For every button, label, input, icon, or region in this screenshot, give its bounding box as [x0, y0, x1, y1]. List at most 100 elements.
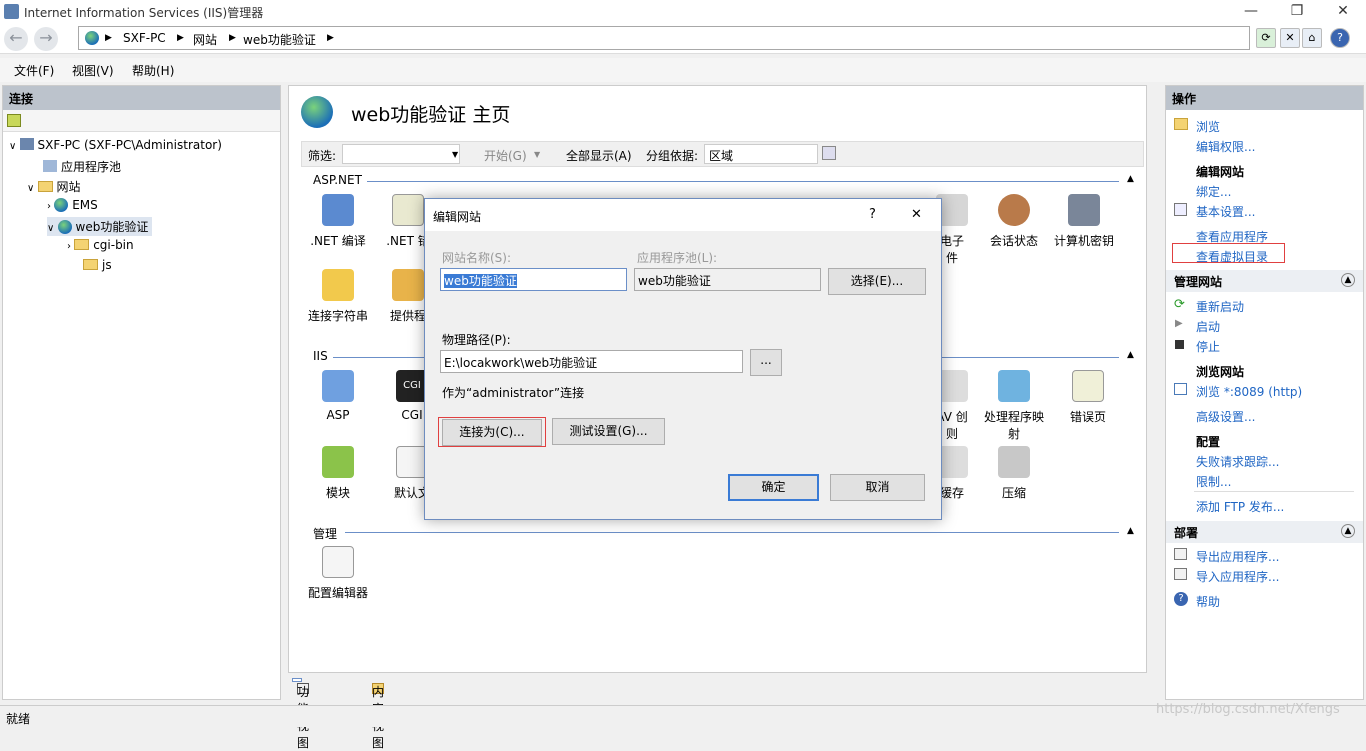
- connect-as-button[interactable]: 连接为(C)...: [442, 419, 542, 446]
- feature-config-editor[interactable]: 配置编辑器: [303, 546, 373, 601]
- feature-session[interactable]: 会话状态: [979, 194, 1049, 249]
- collapse-arrow-icon[interactable]: ∨: [9, 141, 20, 152]
- feature-label: 模块: [325, 486, 350, 500]
- action-bindings[interactable]: 绑定...: [1196, 183, 1231, 200]
- refresh-icon[interactable]: ⟳: [1256, 28, 1276, 48]
- error-404-icon: [392, 194, 424, 226]
- action-start[interactable]: 启动: [1196, 318, 1220, 335]
- feature-asp[interactable]: ASP: [303, 370, 373, 422]
- collapse-arrow-icon[interactable]: ∨: [27, 183, 38, 194]
- groupby-select[interactable]: 区域: [704, 144, 818, 164]
- nav-bar: ← → ▶ SXF-PC ▶ 网站 ▶ web功能验证 ▶ ⟳ ✕ ⌂ ?: [0, 24, 1366, 54]
- action-browse-port[interactable]: 浏览 *:8089 (http): [1196, 383, 1302, 400]
- filter-separator-icon: ▼: [534, 150, 541, 159]
- collapse-arrow-icon[interactable]: ∨: [47, 223, 58, 234]
- feature-compress[interactable]: 压缩: [979, 446, 1049, 501]
- tree-site-selected[interactable]: ∨ web功能验证: [47, 217, 153, 236]
- group-config: 配置: [1196, 435, 1221, 449]
- tab-feature-view[interactable]: 功能视图: [292, 678, 309, 750]
- modules-icon: [322, 446, 354, 478]
- status-bar: 就绪 https://blog.csdn.net/Xfengs: [0, 702, 1366, 727]
- cancel-button[interactable]: 取消: [830, 474, 925, 501]
- back-button[interactable]: ←: [4, 27, 28, 51]
- feature-net-compile[interactable]: .NET 编译: [303, 194, 373, 249]
- filter-dropdown-icon[interactable]: ▼: [452, 150, 458, 159]
- tree-cgibin[interactable]: › cgi-bin: [67, 238, 134, 252]
- dialog-title: 编辑网站: [433, 210, 482, 224]
- minimize-button[interactable]: —: [1228, 0, 1274, 24]
- dialog-close-button[interactable]: ✕: [911, 207, 922, 222]
- action-ftp[interactable]: 添加 FTP 发布...: [1196, 498, 1284, 515]
- stop-icon[interactable]: ✕: [1280, 28, 1300, 48]
- tree-server[interactable]: ∨ SXF-PC (SXF-PC\Administrator): [9, 138, 222, 152]
- physical-path-label: 物理路径(P):: [442, 333, 511, 347]
- action-restart[interactable]: 重新启动: [1196, 298, 1244, 315]
- crumb-site[interactable]: web功能验证: [243, 31, 316, 48]
- address-bar[interactable]: ▶ SXF-PC ▶ 网站 ▶ web功能验证 ▶: [78, 26, 1250, 50]
- edit-site-dialog: 编辑网站 ? ✕ 网站名称(S): web功能验证 应用程序池(L): web功…: [424, 198, 942, 520]
- tree-apppools[interactable]: 应用程序池: [43, 158, 121, 175]
- show-all-button[interactable]: 全部显示(A): [566, 147, 632, 164]
- expand-arrow-icon[interactable]: ›: [67, 241, 74, 252]
- feature-label: 连接字符串: [307, 309, 368, 323]
- action-import-app[interactable]: 导入应用程序...: [1196, 568, 1279, 585]
- physical-path-input[interactable]: E:\locakwork\web功能验证: [440, 350, 743, 373]
- test-settings-button[interactable]: 测试设置(G)...: [552, 418, 665, 445]
- group-deploy: 部署: [1174, 526, 1199, 540]
- menu-help[interactable]: 帮助(H): [132, 62, 174, 79]
- forward-button[interactable]: →: [34, 27, 58, 51]
- compression-icon: [998, 446, 1030, 478]
- tree-sites[interactable]: ∨ 网站: [27, 178, 81, 195]
- feature-label: 会话状态: [989, 234, 1038, 248]
- menu-file[interactable]: 文件(F): [14, 62, 54, 79]
- dialog-help-button[interactable]: ?: [869, 207, 876, 222]
- asp-icon: [322, 370, 354, 402]
- crumb-server[interactable]: SXF-PC: [123, 31, 166, 45]
- collapse-icon[interactable]: ▲: [1341, 273, 1355, 287]
- apppool-icon: [43, 160, 57, 172]
- close-window-button[interactable]: ✕: [1320, 0, 1366, 24]
- browse-path-button[interactable]: ...: [750, 349, 782, 376]
- section-collapse-icon[interactable]: ▲: [1127, 350, 1134, 360]
- select-pool-button[interactable]: 选择(E)...: [828, 268, 926, 295]
- ok-button[interactable]: 确定: [728, 474, 819, 501]
- action-browse[interactable]: 浏览: [1196, 118, 1220, 135]
- feature-handlers[interactable]: 处理程序映射: [979, 370, 1049, 442]
- restore-button[interactable]: ❐: [1274, 0, 1320, 24]
- action-export-app[interactable]: 导出应用程序...: [1196, 548, 1279, 565]
- start-button[interactable]: 开始(G): [484, 147, 527, 164]
- section-collapse-icon[interactable]: ▲: [1127, 174, 1134, 184]
- feature-errorpages[interactable]: 错误页: [1053, 370, 1123, 425]
- connection-string-icon: [322, 269, 354, 301]
- section-collapse-icon[interactable]: ▲: [1127, 526, 1134, 536]
- home-icon[interactable]: ⌂: [1302, 28, 1322, 48]
- action-advanced[interactable]: 高级设置...: [1196, 408, 1255, 425]
- group-browse-site: 浏览网站: [1196, 365, 1245, 379]
- feature-conn-strings[interactable]: 连接字符串: [303, 269, 373, 324]
- action-stop[interactable]: 停止: [1196, 338, 1220, 355]
- site-name-input[interactable]: web功能验证: [440, 268, 627, 291]
- crumb-sites[interactable]: 网站: [193, 31, 217, 48]
- expand-arrow-icon[interactable]: ›: [47, 201, 54, 212]
- action-help[interactable]: 帮助: [1196, 593, 1220, 610]
- globe-icon: [85, 31, 99, 45]
- collapse-icon[interactable]: ▲: [1341, 524, 1355, 538]
- action-edit-perms[interactable]: 编辑权限...: [1196, 138, 1255, 155]
- app-pool-label: 应用程序池(L):: [637, 251, 718, 265]
- add-connection-icon[interactable]: [7, 114, 21, 127]
- action-failed-req[interactable]: 失败请求跟踪...: [1196, 453, 1279, 470]
- tree-ems[interactable]: › EMS: [47, 198, 98, 212]
- action-basic-settings[interactable]: 基本设置...: [1196, 203, 1255, 220]
- section-divider: [367, 181, 1119, 182]
- filter-input[interactable]: [342, 144, 460, 164]
- divider: [1194, 491, 1354, 492]
- tree-server-label: SXF-PC (SXF-PC\Administrator): [37, 138, 222, 152]
- menu-view[interactable]: 视图(V): [72, 62, 114, 79]
- session-icon: [998, 194, 1030, 226]
- feature-modules[interactable]: 模块: [303, 446, 373, 501]
- feature-machinekey[interactable]: 计算机密钥: [1049, 194, 1119, 249]
- tree-js[interactable]: js: [83, 258, 112, 272]
- view-mode-icon[interactable]: [822, 146, 836, 160]
- help-icon[interactable]: ?: [1330, 28, 1350, 48]
- action-limits[interactable]: 限制...: [1196, 473, 1231, 490]
